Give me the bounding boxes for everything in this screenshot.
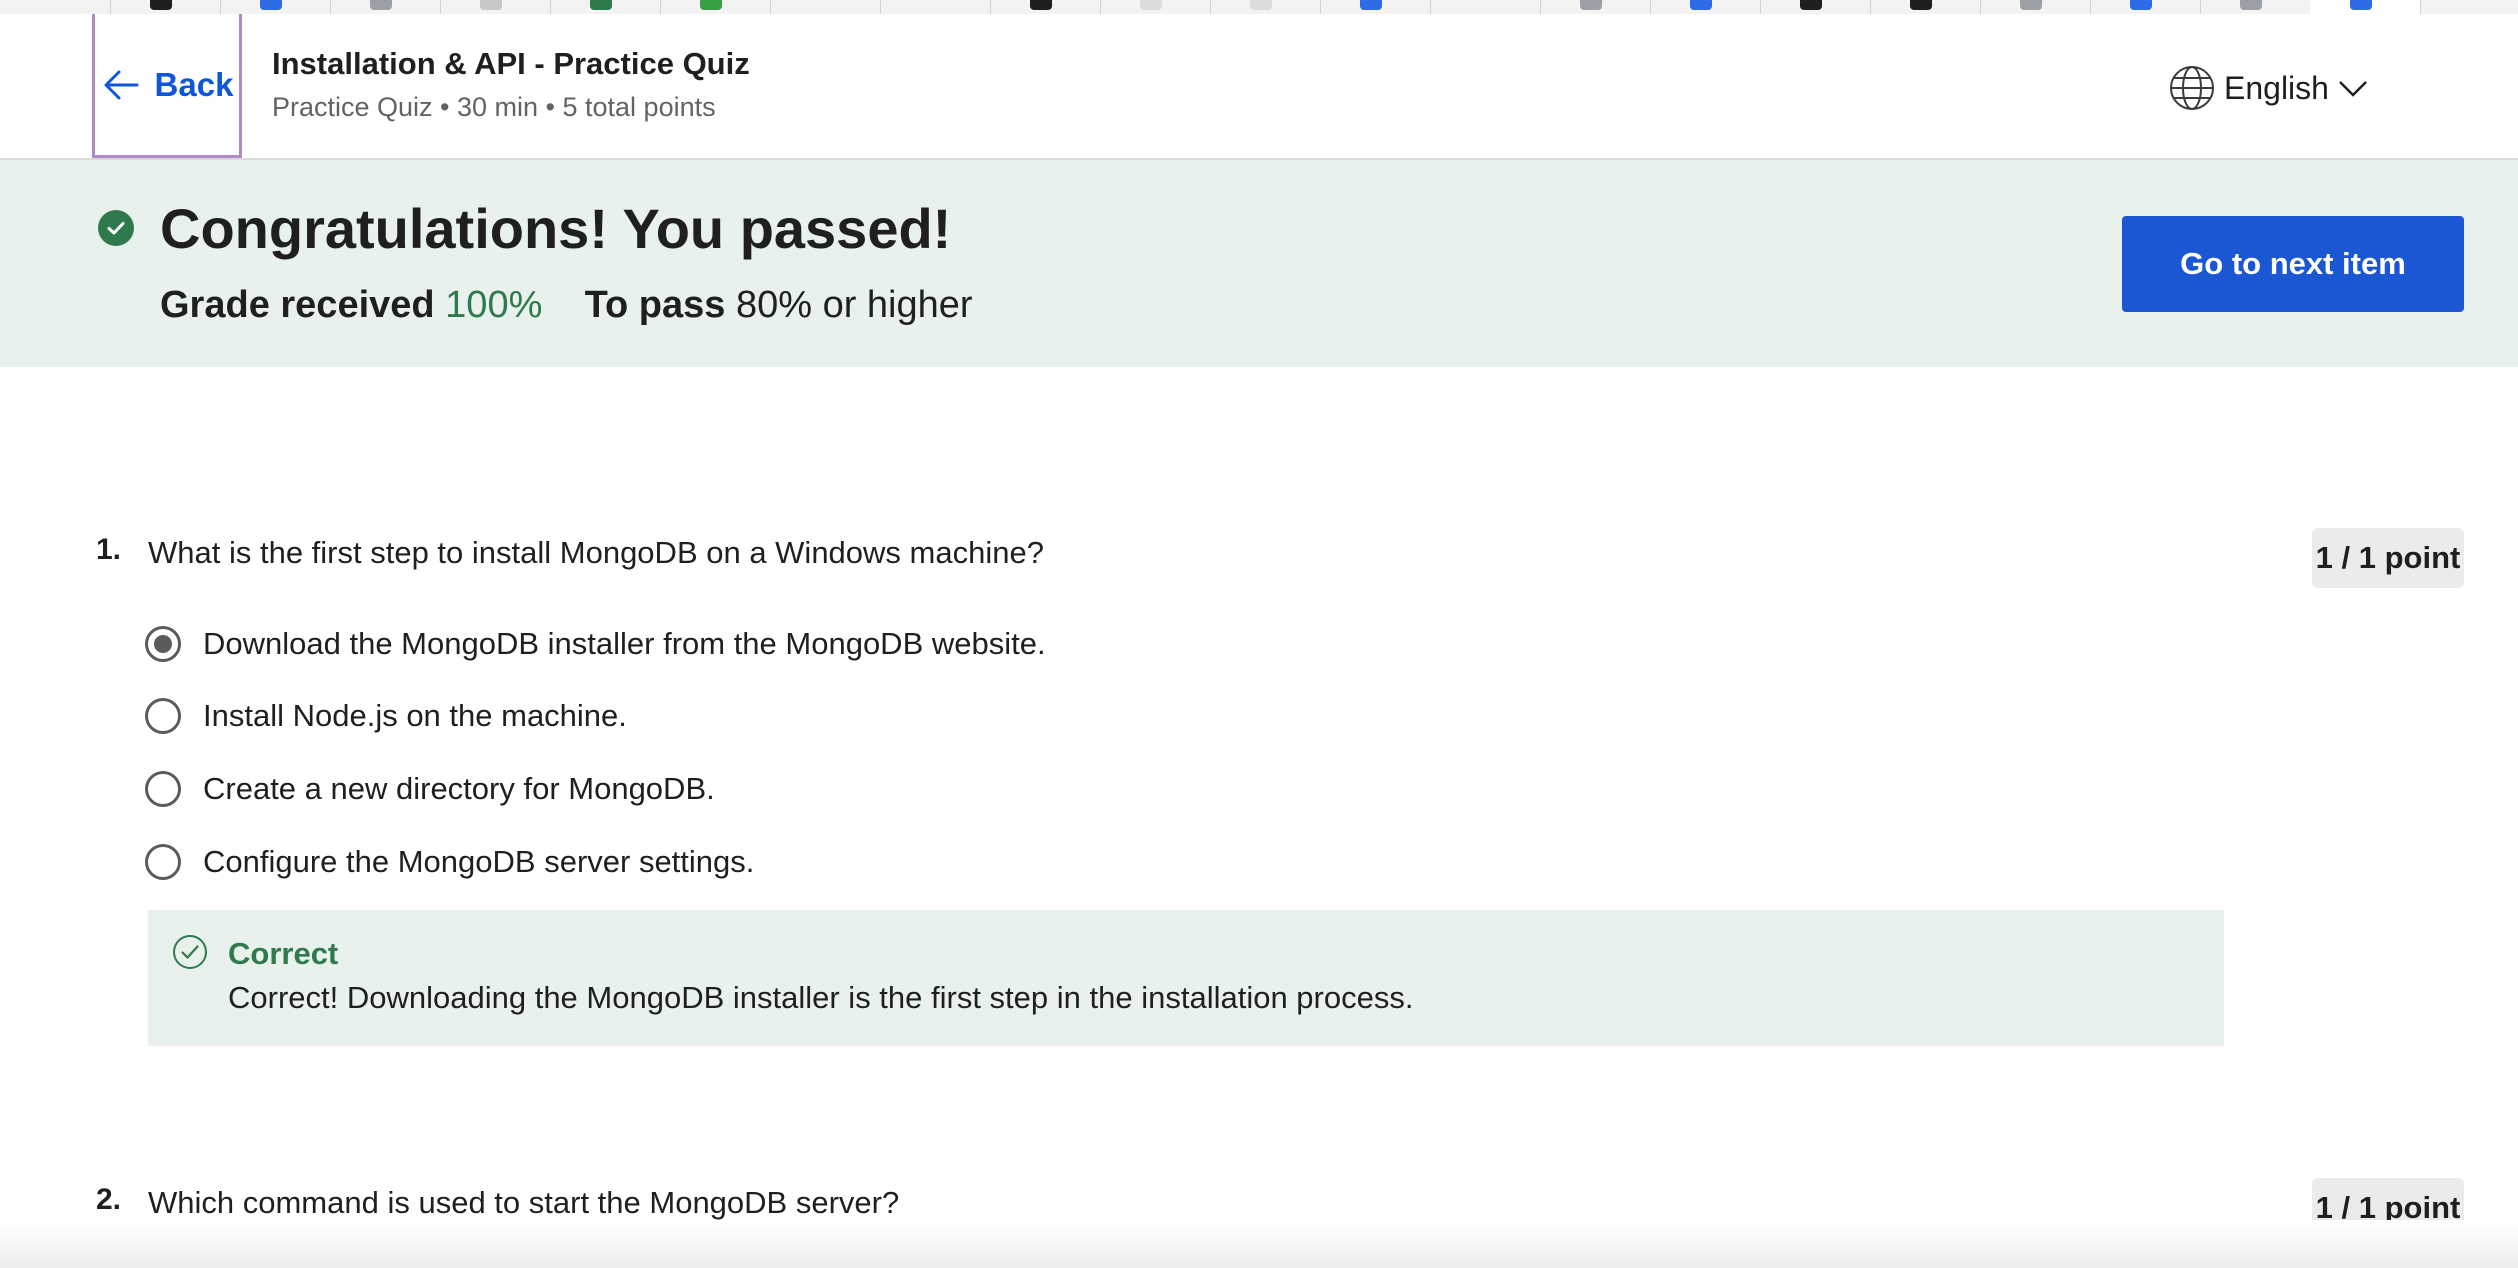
pass-value: 80% or higher [735, 284, 973, 326]
grade-value: 100% [445, 284, 543, 326]
browser-tab[interactable] [1760, 0, 1871, 14]
browser-tab[interactable] [1980, 0, 2091, 14]
browser-tab[interactable] [110, 0, 221, 14]
points-badge: 1 / 1 point [2312, 528, 2464, 588]
feedback-text: Correct! Downloading the MongoDB install… [228, 980, 1414, 1015]
question-text: Which command is used to start the Mongo… [148, 1185, 900, 1220]
browser-tab[interactable] [660, 0, 771, 14]
browser-tab[interactable] [990, 0, 1101, 14]
radio-unselected[interactable] [145, 844, 181, 880]
browser-tab[interactable] [1320, 0, 1431, 14]
answer-option-label: Configure the MongoDB server settings. [203, 844, 755, 879]
browser-tab[interactable] [1100, 0, 1211, 14]
answer-option-label: Create a new directory for MongoDB. [203, 771, 715, 806]
browser-tab[interactable] [770, 0, 881, 14]
browser-tab[interactable] [440, 0, 551, 14]
chevron-down-icon [2339, 81, 2367, 97]
answer-option[interactable]: Create a new directory for MongoDB. [145, 771, 715, 807]
answer-option-label: Install Node.js on the machine. [203, 698, 627, 733]
grade-summary: Grade received 100% To pass 80% or highe… [160, 284, 973, 327]
quiz-subtitle: Practice Quiz • 30 min • 5 total points [272, 92, 716, 122]
go-to-next-item-button[interactable]: Go to next item [2122, 216, 2464, 312]
radio-selected[interactable] [145, 626, 181, 662]
feedback-title: Correct [228, 936, 339, 971]
browser-tab[interactable] [2090, 0, 2201, 14]
answer-option[interactable]: Install Node.js on the machine. [145, 698, 627, 734]
language-selector[interactable]: English [2168, 64, 2369, 112]
browser-tab[interactable] [220, 0, 331, 14]
browser-tab[interactable] [1650, 0, 1761, 14]
answer-option-label: Download the MongoDB installer from the … [203, 626, 1046, 661]
browser-tab[interactable] [1870, 0, 1981, 14]
scroll-shadow [0, 1220, 2518, 1268]
quiz-title: Installation & API - Practice Quiz [272, 46, 750, 81]
answer-feedback: Correct Correct! Downloading the MongoDB… [148, 910, 2224, 1046]
arrow-left-icon [104, 70, 139, 99]
browser-tab[interactable] [1540, 0, 1651, 14]
back-label: Back [154, 65, 234, 103]
result-heading: Congratulations! You passed! [160, 197, 952, 260]
result-banner: Congratulations! You passed! Grade recei… [0, 160, 2518, 367]
answer-option[interactable]: Configure the MongoDB server settings. [145, 844, 754, 880]
question-number: 1. [96, 533, 122, 566]
browser-tab[interactable] [550, 0, 661, 14]
radio-unselected[interactable] [145, 698, 181, 734]
question-number: 2. [96, 1183, 122, 1216]
browser-tab[interactable] [1210, 0, 1321, 14]
radio-unselected[interactable] [145, 771, 181, 807]
browser-tab[interactable] [0, 0, 111, 14]
browser-tab[interactable] [880, 0, 991, 14]
check-circle-icon [98, 210, 134, 246]
browser-tab-active[interactable] [2310, 0, 2421, 14]
quiz-header: Back Installation & API - Practice Quiz … [0, 14, 2518, 160]
answer-option[interactable]: Download the MongoDB installer from the … [145, 626, 1046, 662]
back-button[interactable]: Back [92, 14, 242, 158]
language-label: English [2224, 69, 2329, 106]
pass-label: To pass [584, 284, 726, 326]
browser-tab[interactable] [1430, 0, 1541, 14]
browser-tab[interactable] [2200, 0, 2311, 14]
browser-tab-strip [0, 0, 2518, 15]
globe-icon [2170, 66, 2214, 110]
question-text: What is the first step to install MongoD… [148, 535, 1044, 570]
grade-label: Grade received [160, 284, 435, 326]
check-circle-outline-icon [173, 935, 207, 969]
browser-tab[interactable] [330, 0, 441, 14]
